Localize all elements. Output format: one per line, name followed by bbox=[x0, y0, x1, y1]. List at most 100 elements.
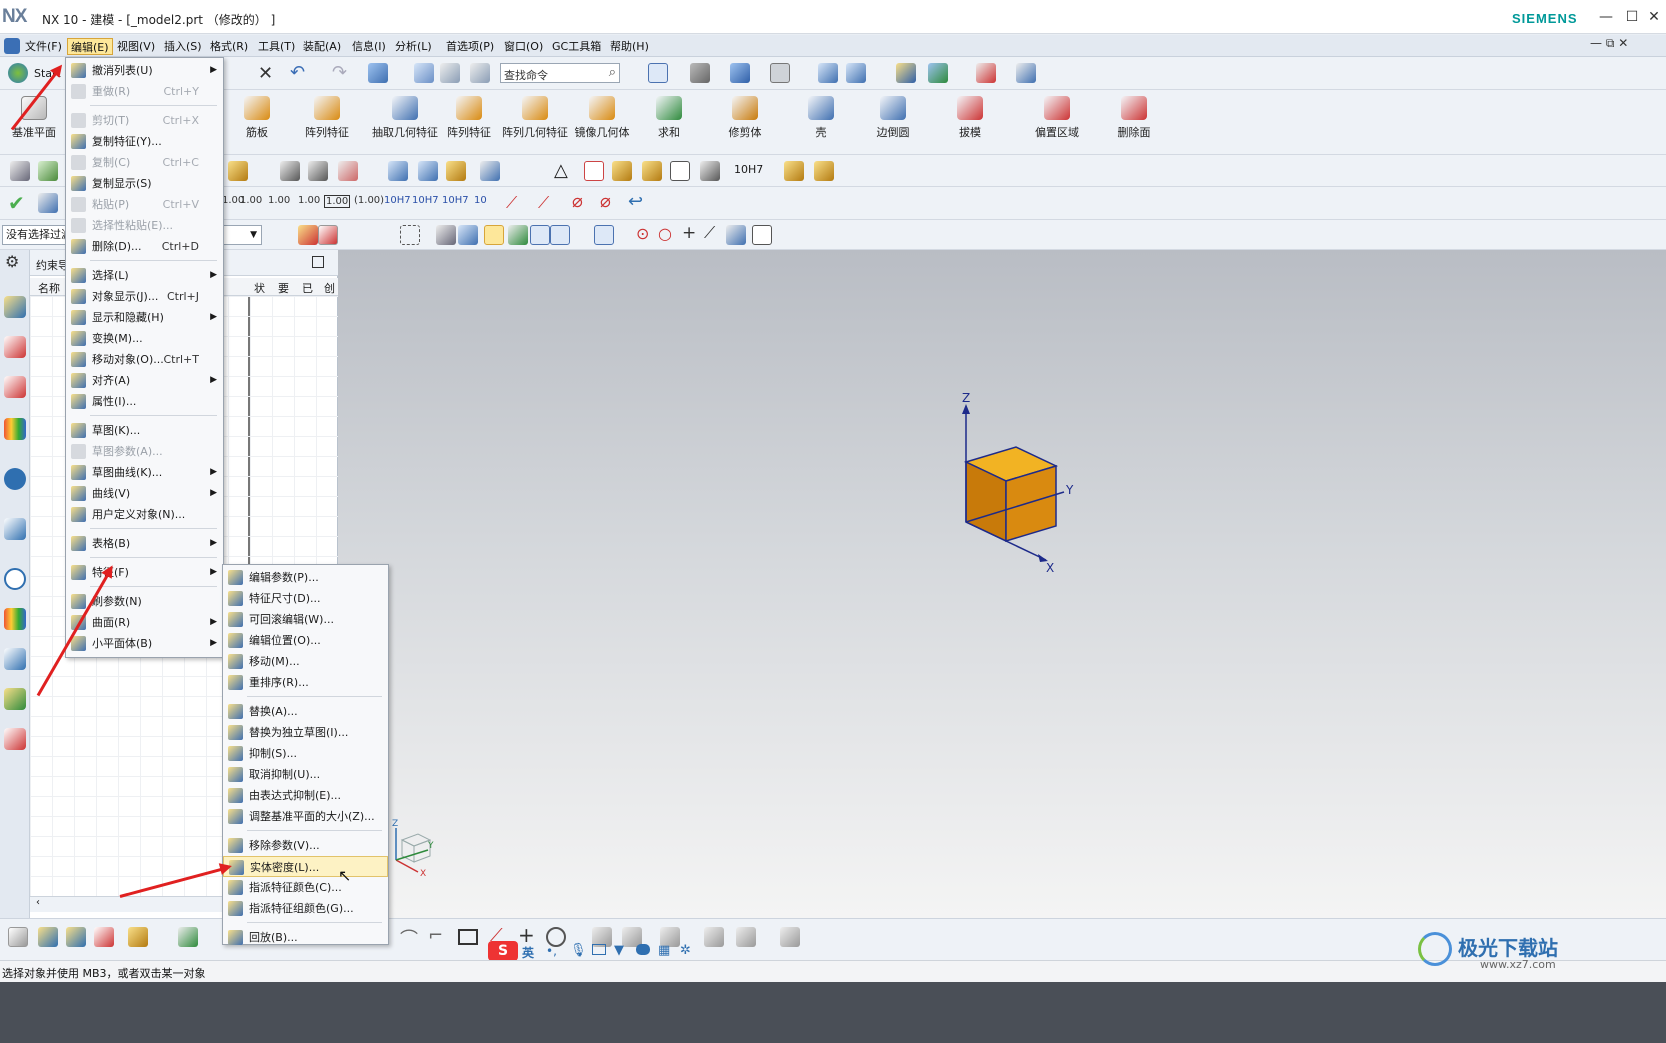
feature-menu-item-7[interactable]: 替换(A)... bbox=[223, 701, 388, 722]
part-family-icon[interactable] bbox=[784, 161, 804, 181]
measure-distance-icon[interactable] bbox=[976, 63, 996, 83]
sketch-icon[interactable] bbox=[178, 927, 198, 947]
snap-icon[interactable] bbox=[896, 63, 916, 83]
close-button[interactable]: ✕ bbox=[1640, 6, 1666, 28]
edit-menu-item-11[interactable]: 选择(L) ▶ bbox=[66, 265, 223, 286]
edit-menu-item-7[interactable]: 粘贴(P) Ctrl+V bbox=[66, 194, 223, 215]
fit-tolerance-label[interactable]: 10H7 bbox=[734, 163, 763, 176]
feature-menu-item-1[interactable]: 特征尺寸(D)... bbox=[223, 588, 388, 609]
check-geometry-icon[interactable] bbox=[38, 193, 58, 213]
snap-quadrant-icon[interactable]: ○ bbox=[658, 224, 672, 243]
ribbon-button-9[interactable]: 边倒圆 bbox=[858, 96, 928, 140]
pen-icon[interactable] bbox=[700, 161, 720, 181]
ribbon-button-5[interactable]: 镜像几何体 bbox=[567, 96, 637, 140]
edit-menu-item-30[interactable]: 曲面(R) ▶ bbox=[66, 612, 223, 633]
feature-menu-item-19[interactable]: 回放(B)... bbox=[223, 927, 388, 948]
assembly-navigator-icon[interactable] bbox=[4, 296, 26, 318]
rectangle-icon[interactable] bbox=[458, 929, 478, 945]
constraint-navigator-icon[interactable] bbox=[4, 336, 26, 358]
balloon-icon[interactable] bbox=[642, 161, 662, 181]
graphics-window[interactable]: Z Y X Z X Y bbox=[338, 250, 1666, 918]
ribbon-button-12[interactable]: 删除面 bbox=[1099, 96, 1169, 140]
menu-item-7[interactable]: 信息(I) bbox=[349, 38, 389, 55]
edit-menu-item-13[interactable]: 显示和隐藏(H) ▶ bbox=[66, 307, 223, 328]
ribbon-button-0[interactable]: 筋板 bbox=[222, 96, 292, 140]
dimension-icon[interactable] bbox=[736, 927, 756, 947]
feature-menu-item-8[interactable]: 替换为独立草图(I)... bbox=[223, 722, 388, 743]
redo-icon[interactable]: ↷ bbox=[332, 62, 347, 83]
menu-item-12[interactable]: 帮助(H) bbox=[607, 38, 652, 55]
edit-menu-item-5[interactable]: 复制(C) Ctrl+C bbox=[66, 152, 223, 173]
microphone-icon[interactable]: 🎙 bbox=[570, 943, 587, 958]
feature-menu-item-17[interactable]: 指派特征组颜色(G)... bbox=[223, 898, 388, 919]
view-cube-icon[interactable] bbox=[368, 63, 388, 83]
render-style-icon[interactable] bbox=[690, 63, 710, 83]
coil-icon[interactable] bbox=[446, 161, 466, 181]
col-create[interactable]: 创 bbox=[324, 280, 335, 296]
fit-view-icon[interactable] bbox=[648, 63, 668, 83]
snap-center-icon[interactable]: ⊙ bbox=[636, 224, 649, 243]
menu-item-10[interactable]: 窗口(O) bbox=[501, 38, 546, 55]
edit-menu-item-22[interactable]: 曲线(V) ▶ bbox=[66, 483, 223, 504]
fillet-curve-icon[interactable]: ⌒ bbox=[400, 925, 418, 951]
feature-menu-item-15[interactable]: 实体密度(L)... bbox=[223, 856, 388, 877]
tolerance-button-7[interactable]: 10H7 bbox=[412, 195, 439, 206]
return-icon[interactable]: ↩ bbox=[628, 191, 643, 212]
edit-menu-item-8[interactable]: 选择性粘贴(E)... bbox=[66, 215, 223, 236]
select-mode-icon[interactable] bbox=[318, 225, 338, 245]
feature-menu-item-12[interactable]: 调整基准平面的大小(Z)... bbox=[223, 806, 388, 827]
menu-item-8[interactable]: 分析(L) bbox=[392, 38, 435, 55]
edit-menu-item-9[interactable]: 删除(D)... Ctrl+D bbox=[66, 236, 223, 257]
shaded-view-icon[interactable] bbox=[730, 63, 750, 83]
col-required[interactable]: 要 bbox=[278, 280, 289, 296]
feature-menu-item-11[interactable]: 由表达式抑制(E)... bbox=[223, 785, 388, 806]
chamfer-curve-icon[interactable]: ⌐ bbox=[428, 925, 443, 946]
snap-point-icon[interactable] bbox=[484, 225, 504, 245]
feature-menu-item-4[interactable]: 移动(M)... bbox=[223, 651, 388, 672]
snap-curve-icon[interactable] bbox=[594, 225, 614, 245]
menu-item-9[interactable]: 首选项(P) bbox=[443, 38, 497, 55]
close-icon[interactable]: ✕ bbox=[258, 63, 273, 84]
edit-menu-item-4[interactable]: 复制特征(Y)... bbox=[66, 131, 223, 152]
copy-display-icon[interactable] bbox=[470, 63, 490, 83]
component-array-icon[interactable] bbox=[128, 927, 148, 947]
ime-punct-toggle[interactable]: •, bbox=[546, 944, 557, 958]
sogou-ime-icon[interactable]: S bbox=[488, 941, 518, 961]
cube-model[interactable]: Z Y X bbox=[938, 390, 1078, 580]
snap-tangent-icon[interactable]: ⟋ bbox=[704, 223, 715, 243]
undo-icon[interactable]: ↶ bbox=[290, 62, 305, 83]
gear-icon[interactable]: ⚙ bbox=[5, 252, 19, 271]
col-name[interactable]: 名称 bbox=[38, 280, 60, 296]
skin-icon[interactable]: ▼ bbox=[614, 943, 624, 958]
sketch-constraint-icon[interactable] bbox=[10, 161, 30, 181]
tolerance-button-3[interactable]: 1.00 bbox=[298, 195, 320, 206]
edit-menu-item-19[interactable]: 草图(K)... bbox=[66, 420, 223, 441]
ribbon-button-3[interactable]: 阵列特征 bbox=[434, 96, 504, 140]
part-navigator-icon[interactable] bbox=[4, 376, 26, 398]
feature-menu-item-14[interactable]: 移除参数(V)... bbox=[223, 835, 388, 856]
datum-feature-icon[interactable]: ⟋ bbox=[538, 193, 549, 213]
edit-menu-item-3[interactable]: 剪切(T) Ctrl+X bbox=[66, 110, 223, 131]
intersect-icon[interactable] bbox=[480, 161, 500, 181]
feature-menu-item-10[interactable]: 取消抑制(U)... bbox=[223, 764, 388, 785]
command-search-input[interactable]: 查找命令 ⌕ bbox=[500, 63, 620, 83]
tolerance-button-2[interactable]: 1.00 bbox=[268, 195, 290, 206]
mirror-curve-icon[interactable] bbox=[704, 927, 724, 947]
rectangle-select-icon[interactable] bbox=[400, 225, 420, 245]
feature-menu-item-2[interactable]: 可回滚编辑(W)... bbox=[223, 609, 388, 630]
system-scenes-icon[interactable] bbox=[4, 728, 26, 750]
menu-item-3[interactable]: 插入(S) bbox=[161, 38, 205, 55]
toolbox-icon[interactable] bbox=[636, 944, 650, 955]
select-all-icon[interactable] bbox=[298, 225, 318, 245]
snap-line-icon[interactable] bbox=[550, 225, 570, 245]
table-icon[interactable] bbox=[584, 161, 604, 181]
menu-item-11[interactable]: GC工具箱 bbox=[549, 38, 604, 55]
tolerance-button-4[interactable]: 1.00 bbox=[324, 195, 351, 208]
grid-add-icon[interactable] bbox=[612, 161, 632, 181]
body-select-icon[interactable] bbox=[458, 225, 478, 245]
edit-menu-item-20[interactable]: 草图参数(A)... bbox=[66, 441, 223, 462]
edit-menu-item-31[interactable]: 小平面体(B) ▶ bbox=[66, 633, 223, 654]
web-browser-icon[interactable] bbox=[4, 518, 26, 540]
annotation-icon[interactable] bbox=[228, 161, 248, 181]
feature-menu-item-9[interactable]: 抑制(S)... bbox=[223, 743, 388, 764]
